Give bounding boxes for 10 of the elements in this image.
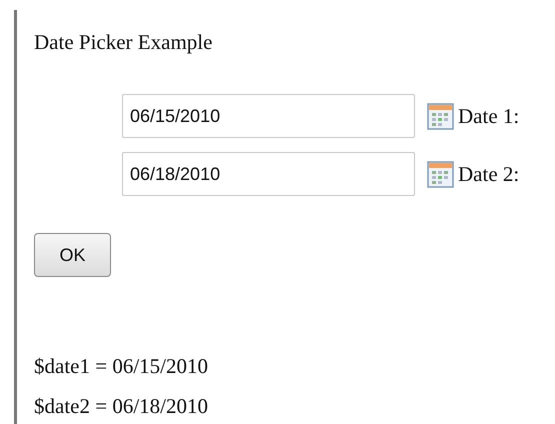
- date-field[interactable]: 06/15/2010: [122, 94, 415, 138]
- date-field[interactable]: 06/18/2010: [122, 152, 415, 196]
- ok-button[interactable]: OK: [34, 233, 111, 277]
- calendar-icon[interactable]: [427, 102, 454, 130]
- field-label: Date 2:: [458, 162, 520, 186]
- page-title: Date Picker Example: [34, 30, 214, 54]
- field-label: Date 1:: [458, 104, 520, 128]
- result-text: $date2 = 06/18/2010: [34, 393, 209, 420]
- calendar-icon[interactable]: [427, 160, 454, 188]
- result-text: $date1 = 06/15/2010: [34, 353, 209, 380]
